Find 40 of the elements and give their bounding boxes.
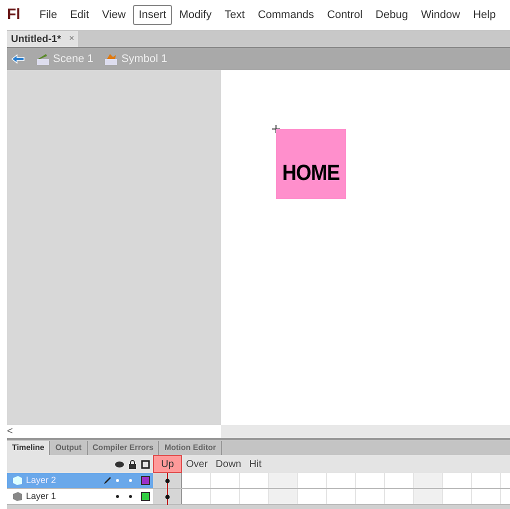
- frame-label[interactable]: Hit: [245, 455, 266, 473]
- menu-item[interactable]: Insert: [132, 4, 172, 26]
- layer-row[interactable]: Layer 1: [7, 489, 510, 505]
- frame-label[interactable]: Down: [212, 455, 246, 473]
- scroll-left-arrow[interactable]: <: [7, 426, 13, 436]
- eye-icon[interactable]: [115, 460, 124, 468]
- symbol-icon: [105, 54, 118, 64]
- horizontal-scrollbar[interactable]: [221, 425, 510, 438]
- document-title: Untitled-1*: [11, 32, 61, 46]
- app-logo: Fl: [7, 4, 20, 25]
- menu-item[interactable]: File: [33, 4, 64, 26]
- symbol-label: HOME: [282, 159, 340, 187]
- scene-icon: [37, 54, 49, 64]
- layer-name[interactable]: Layer 1: [26, 490, 112, 504]
- lock-icon[interactable]: [129, 460, 136, 468]
- keyframe[interactable]: [153, 489, 182, 504]
- menu-item[interactable]: Edit: [64, 4, 96, 26]
- visible-dot-icon[interactable]: [116, 479, 119, 482]
- menu-item[interactable]: Text: [218, 4, 251, 26]
- menu-item[interactable]: View: [96, 4, 132, 26]
- menu-item[interactable]: Control: [321, 4, 369, 26]
- outline-icon[interactable]: [141, 460, 150, 468]
- layer-color-swatch[interactable]: [141, 492, 150, 501]
- document-tab[interactable]: Untitled-1* ×: [7, 31, 78, 47]
- back-arrow-icon[interactable]: [11, 54, 25, 64]
- layer-color-swatch[interactable]: [141, 476, 150, 485]
- frame-label[interactable]: Over: [182, 455, 212, 473]
- menu-item[interactable]: Help: [467, 4, 502, 26]
- panel-tab[interactable]: Timeline: [7, 441, 50, 455]
- lock-dot-icon[interactable]: [129, 479, 132, 482]
- frame-label[interactable]: Up: [153, 455, 182, 473]
- close-button[interactable]: ×: [69, 32, 74, 46]
- menu-item[interactable]: Modify: [173, 4, 218, 26]
- menu-item[interactable]: Commands: [252, 4, 320, 26]
- visible-dot-icon[interactable]: [116, 495, 119, 498]
- keyframe[interactable]: [153, 473, 182, 488]
- menu-item[interactable]: Window: [414, 4, 466, 26]
- registration-point-icon: [272, 125, 280, 133]
- lock-dot-icon[interactable]: [129, 495, 132, 498]
- menu-item[interactable]: Debug: [370, 4, 414, 26]
